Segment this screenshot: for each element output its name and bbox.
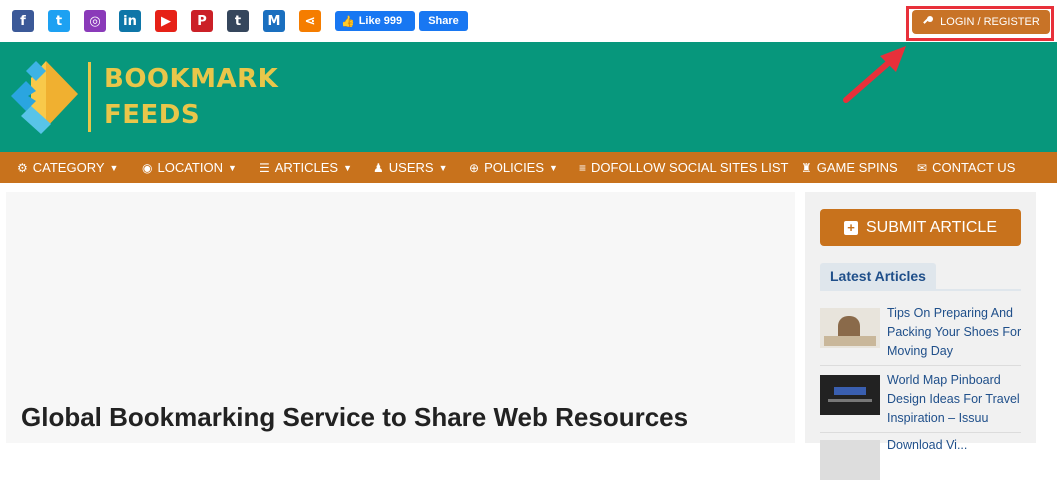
list-alt-icon: ≡ — [579, 160, 587, 175]
article-thumbnail[interactable] — [820, 440, 880, 480]
nav-item-label: CONTACT US — [932, 160, 1016, 175]
envelope-icon: ✉ — [917, 160, 928, 175]
site-header: BOOKMARK FEEDS — [0, 42, 1057, 152]
nav-item-label: GAME SPINS — [816, 160, 898, 175]
latest-articles-heading: Latest Articles — [820, 263, 936, 289]
users-icon: ♟ — [373, 160, 384, 175]
nav-item-label: POLICIES — [484, 160, 545, 175]
logo[interactable]: BOOKMARK FEEDS — [6, 56, 286, 138]
fb-like-button[interactable]: 👍 Like 999 — [335, 11, 415, 31]
crosshair-icon: ⊕ — [469, 160, 480, 175]
divider — [820, 365, 1021, 366]
nav-item-label: USERS — [388, 160, 434, 175]
thumbs-up-icon: 👍 — [341, 15, 355, 28]
main-nav: ⚙ CATEGORY ▼ ◉ LOCATION ▼ ☰ ARTICLES ▼ ♟… — [0, 152, 1057, 183]
globe-icon: ◉ — [142, 160, 153, 175]
logo-text-line2: FEEDS — [104, 100, 201, 130]
top-bar: f t ◎ in ▶ P t M ⋖ 👍 Like 999 Share LOGI… — [0, 0, 1057, 42]
plus-square-icon: + — [844, 220, 858, 235]
nav-item-contact[interactable]: ✉ CONTACT US — [917, 152, 1015, 183]
fb-share-button[interactable]: Share — [419, 11, 468, 31]
linkedin-icon[interactable]: in — [119, 10, 141, 32]
list-icon: ☰ — [259, 160, 270, 175]
article-title-link[interactable]: World Map Pinboard Design Ideas For Trav… — [887, 371, 1025, 428]
article-thumbnail[interactable] — [820, 308, 880, 348]
nav-item-location[interactable]: ◉ LOCATION ▼ — [142, 152, 237, 183]
gears-icon: ⚙ — [17, 160, 28, 175]
caret-down-icon: ▼ — [549, 162, 558, 173]
share-icon[interactable]: ⋖ — [299, 10, 321, 32]
fb-share-label: Share — [428, 15, 459, 27]
chevron-down-icon: ▼ — [109, 162, 119, 173]
submit-article-label: SUBMIT ARTICLE — [866, 218, 997, 236]
instagram-icon[interactable]: ◎ — [84, 10, 106, 32]
red-arrow-icon — [843, 46, 906, 103]
divider — [820, 289, 1021, 291]
facebook-icon[interactable]: f — [12, 10, 34, 32]
nav-item-label: ARTICLES — [274, 160, 339, 175]
list-item[interactable]: World Map Pinboard Design Ideas For Trav… — [820, 371, 1025, 428]
nav-item-label: LOCATION — [157, 160, 223, 175]
pinterest-icon[interactable]: P — [191, 10, 213, 32]
article-thumbnail[interactable] — [820, 375, 880, 415]
medium-icon[interactable]: M — [263, 10, 285, 32]
article-title-link[interactable]: Tips On Preparing And Packing Your Shoes… — [887, 304, 1025, 361]
game-icon: ♜ — [801, 160, 812, 175]
nav-item-users[interactable]: ♟ USERS ▼ — [373, 152, 447, 183]
highlight-box — [906, 6, 1054, 41]
tumblr-icon[interactable]: t — [227, 10, 249, 32]
fb-like-label: Like 999 — [358, 15, 403, 27]
nav-item-game-spins[interactable]: ♜ GAME SPINS — [801, 152, 898, 183]
logo-divider — [88, 62, 91, 132]
twitter-icon[interactable]: t — [48, 10, 70, 32]
nav-item-policies[interactable]: ⊕ POLICIES ▼ — [469, 152, 558, 183]
divider — [820, 432, 1021, 433]
nav-item-dofollow[interactable]: ≡ DOFOLLOW SOCIAL SITES LIST — [579, 152, 788, 183]
youtube-icon[interactable]: ▶ — [155, 10, 177, 32]
page-title: Global Bookmarking Service to Share Web … — [21, 402, 689, 432]
submit-article-button[interactable]: + SUBMIT ARTICLE — [820, 209, 1021, 246]
logo-text-line1: BOOKMARK — [104, 64, 279, 94]
chevron-down-icon: ▼ — [227, 162, 237, 173]
list-item[interactable]: Tips On Preparing And Packing Your Shoes… — [820, 304, 1025, 361]
nav-item-category[interactable]: ⚙ CATEGORY ▼ — [17, 152, 118, 183]
nav-item-label: DOFOLLOW SOCIAL SITES LIST — [591, 160, 789, 175]
caret-down-icon: ▼ — [343, 162, 353, 173]
caret-down-icon: ▼ — [438, 162, 448, 173]
logo-mark-icon — [11, 61, 78, 134]
nav-item-articles[interactable]: ☰ ARTICLES ▼ — [259, 152, 352, 183]
nav-item-label: CATEGORY — [32, 160, 105, 175]
